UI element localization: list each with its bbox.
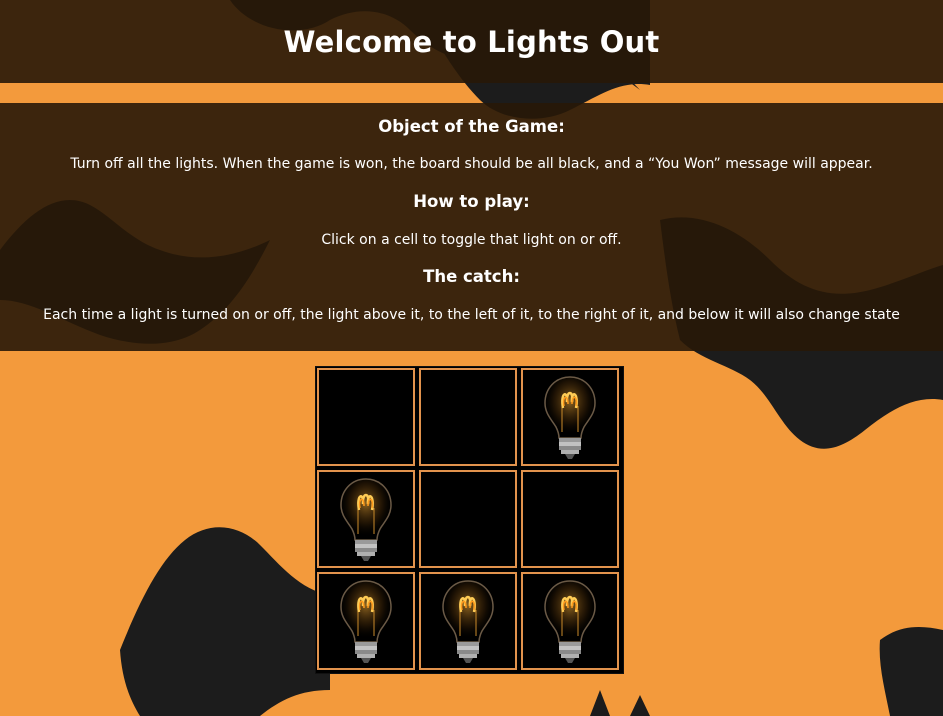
object-text: Turn off all the lights. When the game i…: [70, 156, 873, 172]
title-banner: Welcome to Lights Out: [0, 0, 943, 83]
board-cell-r3-c2[interactable]: [419, 572, 517, 670]
board-cell-r3-c3[interactable]: [521, 572, 619, 670]
object-heading: Object of the Game:: [378, 117, 565, 136]
board-cell-r3-c1[interactable]: [317, 572, 415, 670]
howto-text: Click on a cell to toggle that light on …: [321, 232, 622, 248]
board-cell-r2-c2[interactable]: [419, 470, 517, 568]
board-cell-r2-c1[interactable]: [317, 470, 415, 568]
instructions-panel: Object of the Game: Turn off all the lig…: [0, 103, 943, 351]
board-cell-r1-c3[interactable]: [521, 368, 619, 466]
game-board: [315, 366, 624, 674]
lightbulb-icon: [442, 580, 494, 663]
lightbulb-icon: [544, 580, 596, 663]
lightbulb-icon: [340, 478, 392, 561]
lightbulb-icon: [544, 376, 596, 459]
board-cell-r1-c2[interactable]: [419, 368, 517, 466]
bat-silhouette-bottom-right: [879, 627, 943, 716]
catch-text: Each time a light is turned on or off, t…: [43, 307, 900, 323]
board-cell-r2-c3[interactable]: [521, 470, 619, 568]
lightbulb-icon: [340, 580, 392, 663]
page-title: Welcome to Lights Out: [283, 24, 660, 59]
howto-heading: How to play:: [413, 192, 530, 211]
board-cell-r1-c1[interactable]: [317, 368, 415, 466]
catch-heading: The catch:: [423, 267, 520, 286]
